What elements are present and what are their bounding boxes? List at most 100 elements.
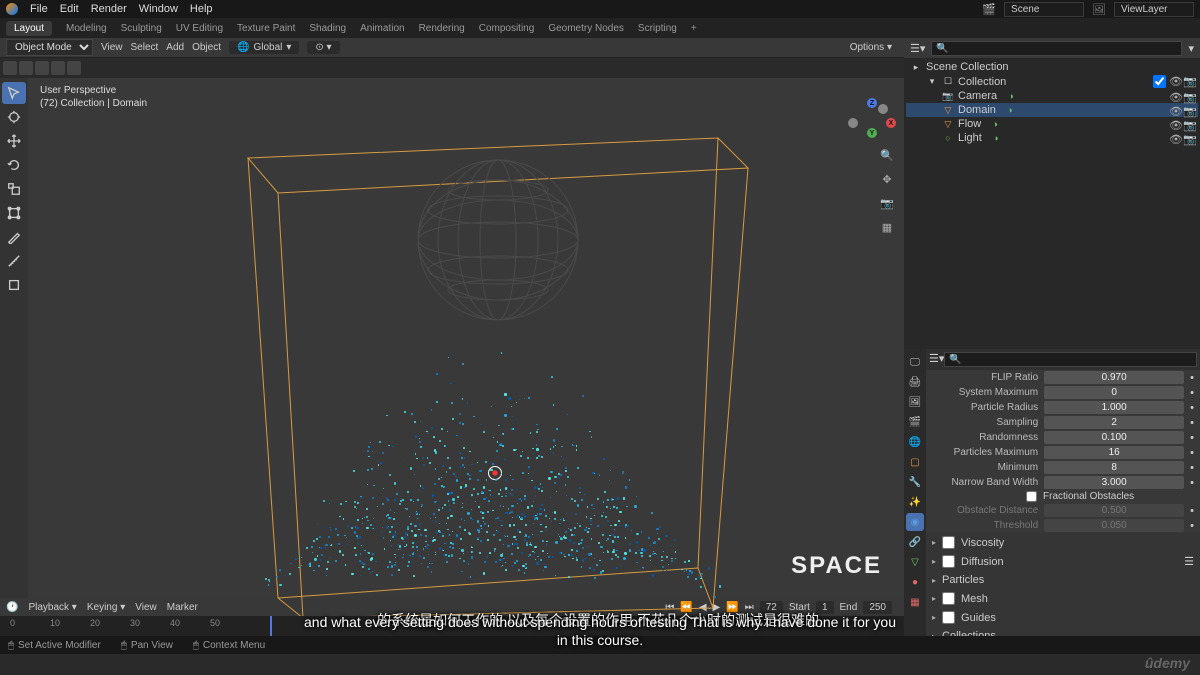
nav-gizmo[interactable]: Y X Z [848, 90, 896, 138]
timeline-keying[interactable]: Keying ▾ [87, 602, 125, 613]
current-frame-field[interactable]: 72 [760, 601, 783, 614]
prop-tab-scene[interactable]: 🎬 [906, 413, 924, 431]
tool-select[interactable] [2, 82, 26, 104]
render-icon[interactable]: 📷 [1183, 91, 1194, 102]
eye-icon[interactable]: 👁 [1169, 133, 1180, 144]
outliner-search[interactable] [931, 41, 1182, 56]
list-icon[interactable]: ☰ [1184, 555, 1194, 568]
3d-viewport[interactable]: User Perspective (72) Collection | Domai… [28, 78, 904, 598]
prop-tab-view[interactable]: 🖼 [906, 393, 924, 411]
start-frame-field[interactable]: 1 [816, 601, 834, 614]
narrow-band-field[interactable]: 3.000 [1044, 476, 1184, 489]
play-fwd-key-icon[interactable]: ⏩ [726, 602, 738, 613]
view-layer-field[interactable] [1114, 2, 1194, 17]
move-view-icon[interactable]: ✥ [878, 170, 896, 188]
timeline-marker[interactable]: Marker [167, 602, 198, 613]
diffusion-checkbox[interactable] [942, 555, 955, 568]
tool-annotate[interactable] [2, 226, 26, 248]
render-icon[interactable]: 📷 [1183, 119, 1194, 130]
prop-tab-constraints[interactable]: 🔗 [906, 533, 924, 551]
outliner-filter-icon[interactable]: ▾ [1188, 42, 1194, 55]
particle-radius-field[interactable]: 1.000 [1044, 401, 1184, 414]
menu-help[interactable]: Help [190, 3, 213, 15]
tab-geometry-nodes[interactable]: Geometry Nodes [548, 23, 624, 34]
menu-file[interactable]: File [30, 3, 48, 15]
mesh-checkbox[interactable] [942, 592, 955, 605]
play-fwd-end-icon[interactable]: ⏭ [745, 602, 754, 613]
outliner-icon[interactable]: ☰▾ [910, 42, 925, 55]
prop-tab-render[interactable]: 🖵 [906, 353, 924, 371]
particles-panel[interactable]: ▸Particles [926, 571, 1200, 589]
prop-tab-particles[interactable]: ✨ [906, 493, 924, 511]
menu-window[interactable]: Window [139, 3, 178, 15]
mode-dropdown[interactable]: Object Mode [6, 39, 93, 56]
header-view[interactable]: View [101, 42, 123, 53]
outliner-item-flow[interactable]: ▽Flow◑👁📷 [906, 117, 1198, 131]
viscosity-panel[interactable]: ▸Viscosity [926, 533, 1200, 552]
tool-scale[interactable] [2, 178, 26, 200]
play-rev-key-icon[interactable]: ⏪ [680, 602, 692, 613]
prop-tab-object[interactable]: ▢ [906, 453, 924, 471]
eye-icon[interactable]: 👁 [1169, 119, 1180, 130]
header-object[interactable]: Object [192, 42, 221, 53]
play-fwd-icon[interactable]: ▶ [713, 602, 721, 613]
tool-move[interactable] [2, 130, 26, 152]
sys-max-field[interactable]: 0 [1044, 386, 1184, 399]
timeline-view[interactable]: View [135, 602, 157, 613]
tab-texture-paint[interactable]: Texture Paint [237, 23, 295, 34]
orientation-dropdown[interactable]: 🌐Global▾ [229, 41, 299, 54]
end-frame-field[interactable]: 250 [863, 601, 892, 614]
menu-edit[interactable]: Edit [60, 3, 79, 15]
prop-tab-material[interactable]: ● [906, 573, 924, 591]
tool-rotate[interactable] [2, 154, 26, 176]
tool-cursor[interactable] [2, 106, 26, 128]
properties-search[interactable] [944, 352, 1197, 367]
render-icon[interactable]: 📷 [1183, 105, 1194, 116]
scene-collection-row[interactable]: ▸ Scene Collection [906, 60, 1198, 74]
tab-scripting[interactable]: Scripting [638, 23, 677, 34]
prop-tab-modifiers[interactable]: 🔧 [906, 473, 924, 491]
header-select[interactable]: Select [131, 42, 159, 53]
outliner-item-domain[interactable]: ▽Domain◑👁📷 [906, 103, 1198, 117]
prop-tab-physics[interactable]: ◉ [906, 513, 924, 531]
diffusion-panel[interactable]: ▸Diffusion☰ [926, 552, 1200, 571]
prop-tab-world[interactable]: 🌐 [906, 433, 924, 451]
menu-render[interactable]: Render [91, 3, 127, 15]
prop-type-icon[interactable]: ☰▾ [929, 352, 944, 367]
select-mode-1[interactable] [3, 61, 17, 75]
tab-shading[interactable]: Shading [309, 23, 346, 34]
tab-uv[interactable]: UV Editing [176, 23, 223, 34]
tool-measure[interactable] [2, 250, 26, 272]
timeline-playback[interactable]: Playback ▾ [28, 602, 76, 613]
select-mode-5[interactable] [67, 61, 81, 75]
tab-animation[interactable]: Animation [360, 23, 404, 34]
outliner-item-light[interactable]: ○Light◑👁📷 [906, 131, 1198, 145]
fractional-obstacles-checkbox[interactable] [1026, 491, 1037, 502]
guides-checkbox[interactable] [942, 611, 955, 624]
scene-name-field[interactable] [1004, 2, 1084, 17]
select-mode-3[interactable] [35, 61, 49, 75]
prop-tab-output[interactable]: 🖨 [906, 373, 924, 391]
collection-toggle[interactable] [1153, 75, 1166, 88]
zoom-icon[interactable]: 🔍 [878, 146, 896, 164]
prop-tab-texture[interactable]: ▦ [906, 593, 924, 611]
particles-max-field[interactable]: 16 [1044, 446, 1184, 459]
options-dropdown[interactable]: Options ▾ [844, 41, 898, 54]
tab-rendering[interactable]: Rendering [419, 23, 465, 34]
render-icon[interactable]: 📷 [1183, 75, 1194, 86]
eye-icon[interactable]: 👁 [1169, 105, 1180, 116]
snap-dropdown[interactable]: ⊙ ▾ [307, 41, 339, 54]
collection-row[interactable]: ▾ ☐ Collection 👁 📷 [906, 74, 1198, 89]
tool-transform[interactable] [2, 202, 26, 224]
eye-icon[interactable]: 👁 [1169, 75, 1180, 86]
particles-min-field[interactable]: 8 [1044, 461, 1184, 474]
eye-icon[interactable]: 👁 [1169, 91, 1180, 102]
outliner-item-camera[interactable]: 📷Camera◑👁📷 [906, 89, 1198, 103]
render-icon[interactable]: 📷 [1183, 133, 1194, 144]
select-mode-4[interactable] [51, 61, 65, 75]
tab-modeling[interactable]: Modeling [66, 23, 107, 34]
guides-panel[interactable]: ▸Guides [926, 608, 1200, 627]
header-add[interactable]: Add [166, 42, 184, 53]
play-rev-end-icon[interactable]: ⏮ [665, 602, 674, 613]
timeline-ruler[interactable]: 01020304050 [0, 616, 904, 636]
